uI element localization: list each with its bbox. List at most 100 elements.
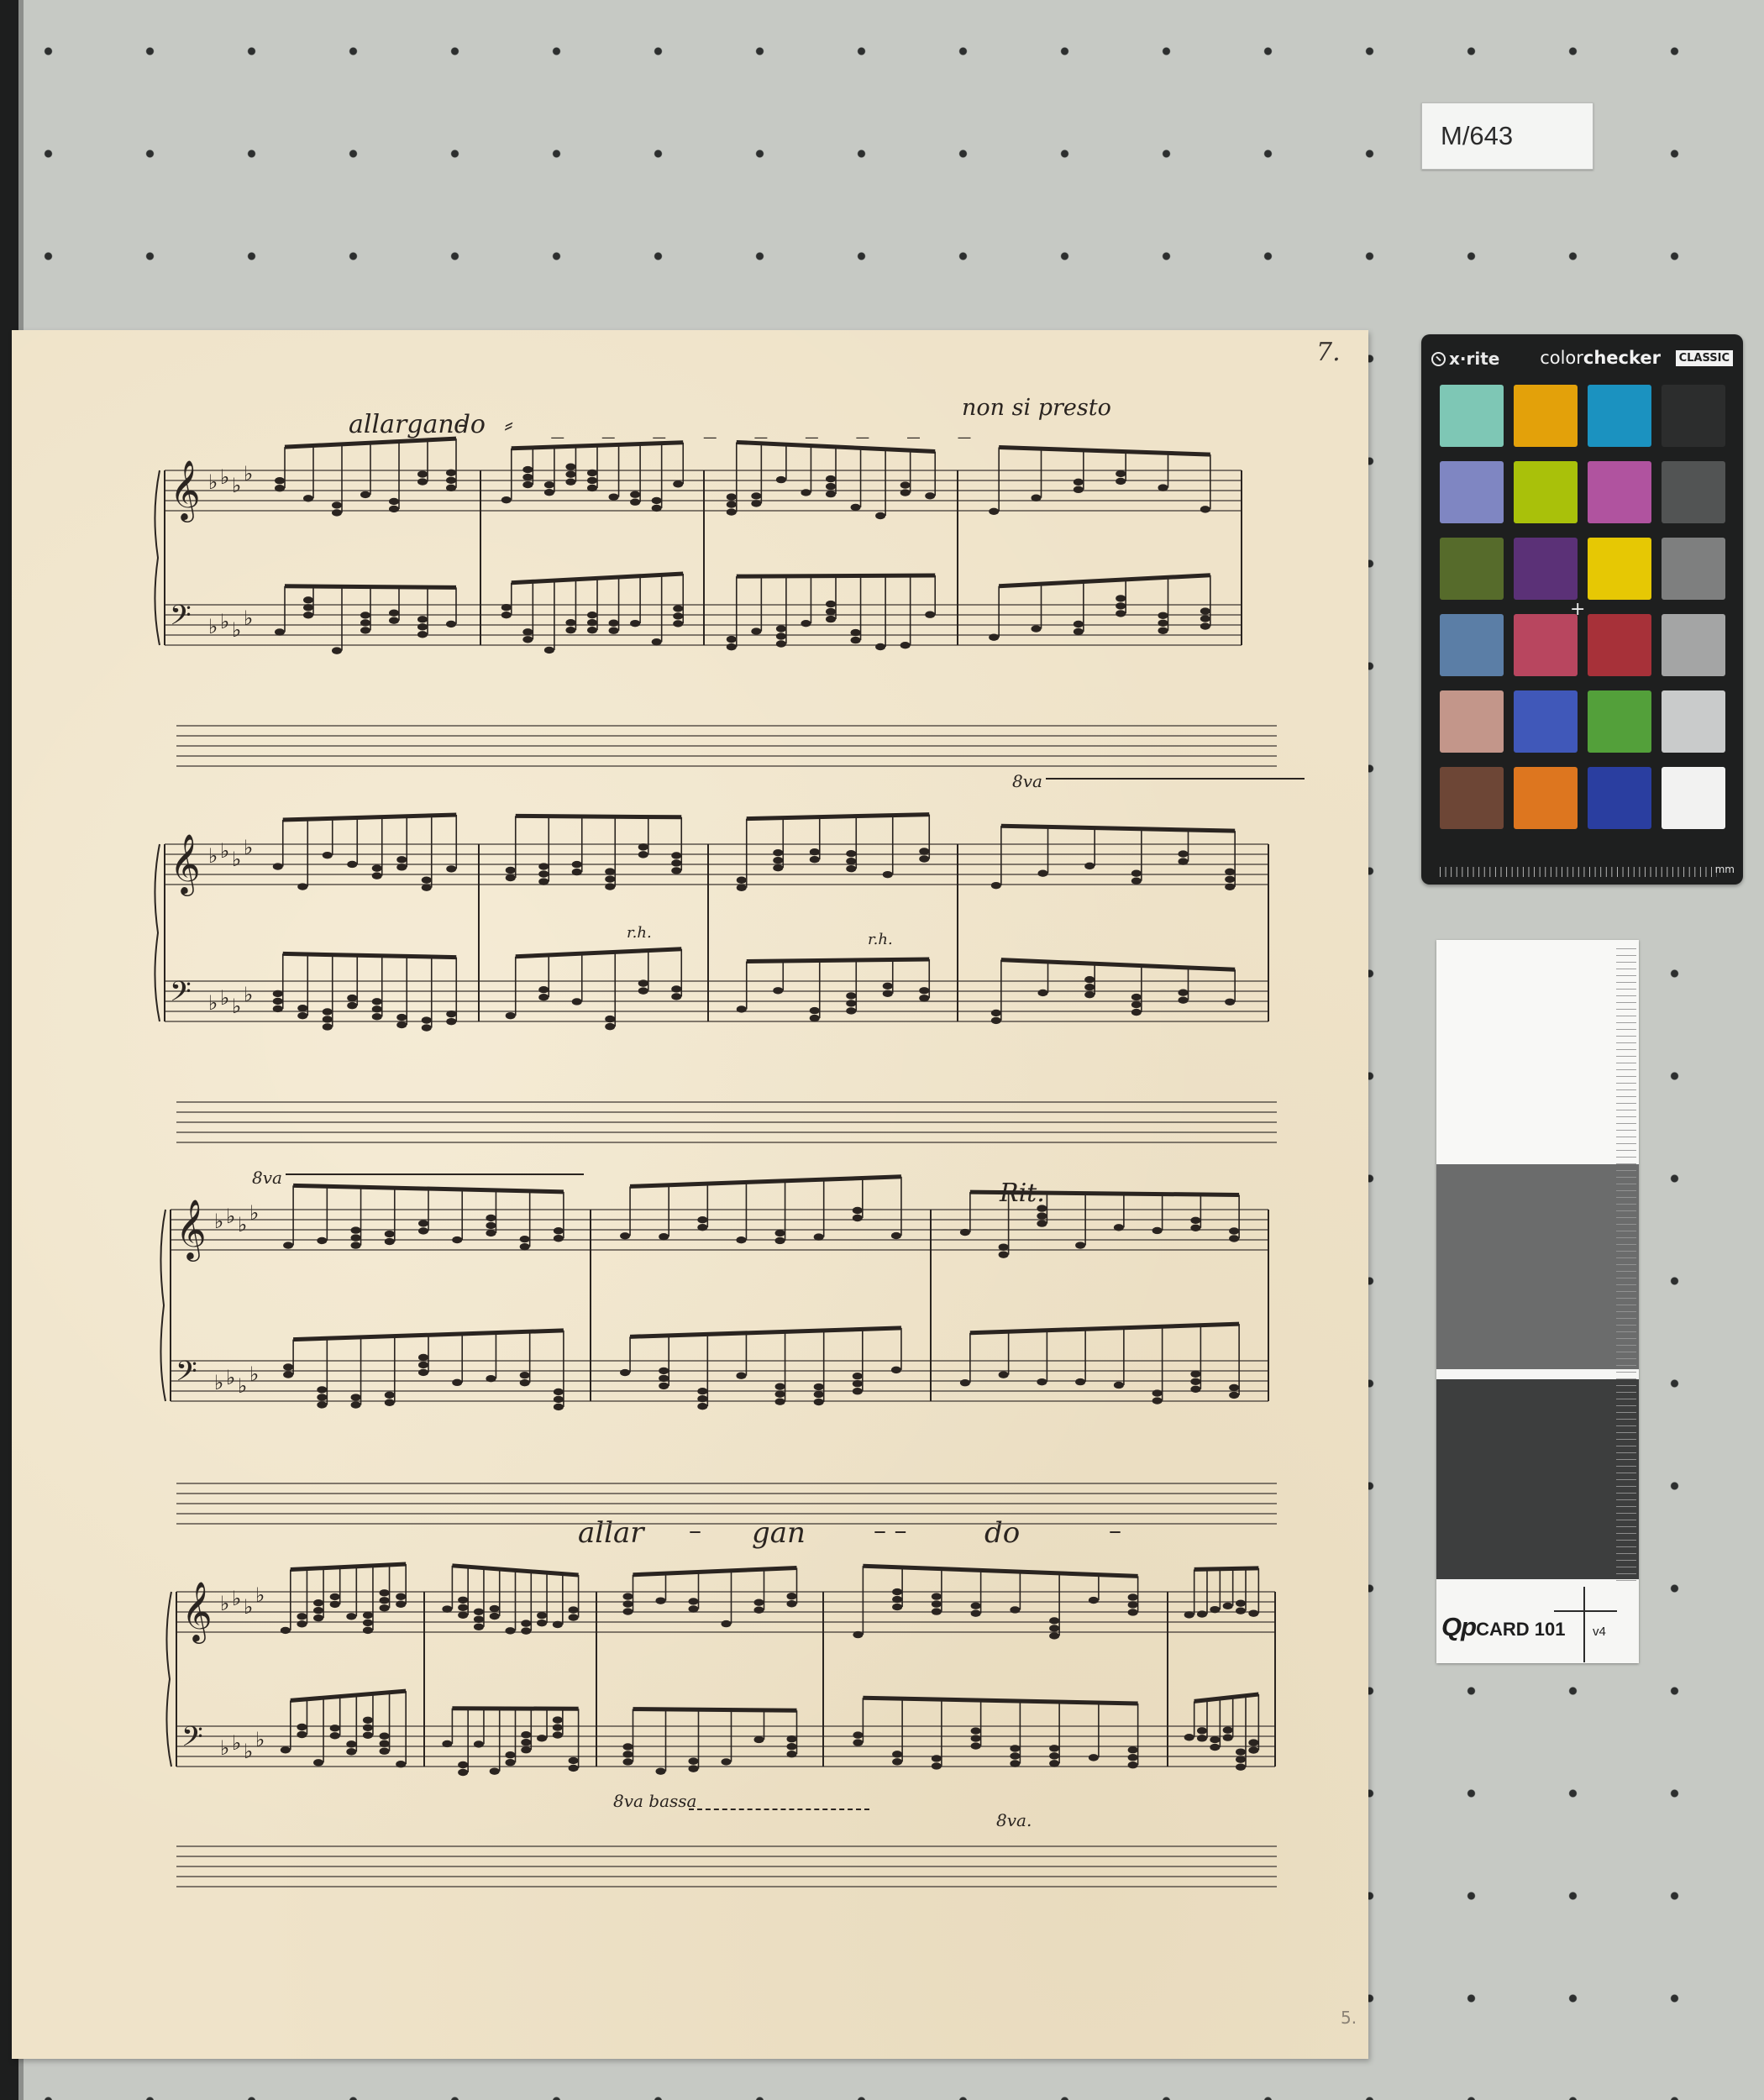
notehead <box>538 863 549 870</box>
treble-clef-icon: 𝄞 <box>170 832 201 896</box>
notehead <box>801 489 811 496</box>
notehead <box>605 868 616 875</box>
notehead <box>1178 989 1189 996</box>
note-beam <box>633 1707 797 1713</box>
notehead <box>990 1016 1001 1025</box>
notehead <box>280 1746 291 1754</box>
color-patch <box>1440 385 1504 447</box>
flat-sign-icon: ♭ <box>220 465 229 489</box>
notehead <box>1131 877 1142 885</box>
notehead <box>346 1748 357 1756</box>
notehead <box>543 480 554 489</box>
notehead <box>486 1229 496 1237</box>
notehead <box>1037 1212 1047 1220</box>
notehead <box>774 1383 785 1390</box>
notehead <box>303 612 313 619</box>
notehead <box>622 1751 633 1758</box>
notehead <box>389 497 399 506</box>
notehead <box>1073 627 1084 636</box>
notehead <box>620 1232 631 1240</box>
notehead <box>1049 1752 1060 1760</box>
note-beam <box>863 1563 1138 1578</box>
notehead <box>379 1732 390 1740</box>
notehead <box>608 619 619 627</box>
notehead <box>1190 1216 1201 1225</box>
notehead <box>505 866 516 874</box>
notehead <box>538 986 549 994</box>
notehead <box>998 1251 1009 1258</box>
notehead <box>473 1740 484 1748</box>
notehead <box>726 493 737 501</box>
bass-clef-icon: 𝄢 <box>176 1356 197 1394</box>
notehead <box>538 994 549 1001</box>
notehead <box>659 1367 669 1375</box>
notehead <box>852 1214 863 1222</box>
notehead <box>505 1011 516 1020</box>
notehead <box>379 1604 390 1612</box>
notehead <box>350 1401 361 1409</box>
qp-crosshair-horizontal <box>1554 1610 1617 1612</box>
notehead <box>421 876 432 884</box>
notehead <box>773 987 784 995</box>
notehead <box>446 469 456 477</box>
system-brace <box>154 470 160 646</box>
notehead <box>332 509 342 517</box>
notehead <box>673 480 684 488</box>
qp-scale-ticks <box>1616 948 1636 1587</box>
notehead <box>775 640 786 648</box>
notehead <box>774 1229 785 1237</box>
notehead <box>346 1613 357 1620</box>
notehead <box>565 478 576 486</box>
notehead <box>552 1716 563 1724</box>
note-beam <box>969 1189 1240 1198</box>
notehead <box>421 1016 432 1024</box>
notehead <box>587 618 597 627</box>
system-brace <box>160 1209 166 1402</box>
notehead <box>571 998 582 1005</box>
notehead <box>1031 494 1042 501</box>
notehead <box>303 495 313 502</box>
notehead <box>543 488 554 496</box>
notehead <box>846 849 857 858</box>
note-beam <box>1194 1566 1259 1572</box>
notehead <box>900 489 911 496</box>
notehead <box>297 1620 307 1628</box>
color-patch <box>1662 538 1725 600</box>
color-patch <box>1588 767 1651 829</box>
notehead <box>1236 1599 1246 1607</box>
notehead <box>1116 470 1126 478</box>
notehead <box>850 628 861 637</box>
notehead <box>882 990 893 998</box>
notehead <box>753 1606 764 1614</box>
ruler-unit: mm <box>1714 864 1735 875</box>
notehead <box>775 625 786 633</box>
notehead <box>900 481 911 489</box>
colorchecker-title: colorchecker <box>1540 348 1661 368</box>
notehead <box>350 1242 361 1249</box>
notehead <box>417 470 428 478</box>
notehead <box>1084 862 1095 870</box>
notehead <box>892 1751 903 1758</box>
flat-sign-icon: ♭ <box>232 474 241 497</box>
notehead <box>371 1013 382 1021</box>
notehead <box>272 1005 283 1013</box>
notehead <box>630 498 641 506</box>
note-beam <box>863 1695 1138 1706</box>
note-beam <box>633 1565 797 1578</box>
notehead <box>1073 620 1084 628</box>
notehead <box>1210 1743 1221 1751</box>
notehead <box>970 1742 981 1750</box>
flat-sign-icon: ♭ <box>208 991 218 1015</box>
notehead <box>1190 1385 1201 1393</box>
notehead <box>1190 1370 1201 1378</box>
notehead <box>659 1233 669 1241</box>
notehead <box>362 1619 373 1627</box>
notehead <box>959 1379 970 1387</box>
notehead <box>442 1740 453 1748</box>
notehead <box>552 1731 563 1739</box>
notehead <box>1127 1593 1138 1601</box>
notehead <box>1200 622 1210 630</box>
notehead <box>813 1390 824 1399</box>
notehead <box>1075 1242 1086 1249</box>
notehead <box>473 1608 484 1615</box>
